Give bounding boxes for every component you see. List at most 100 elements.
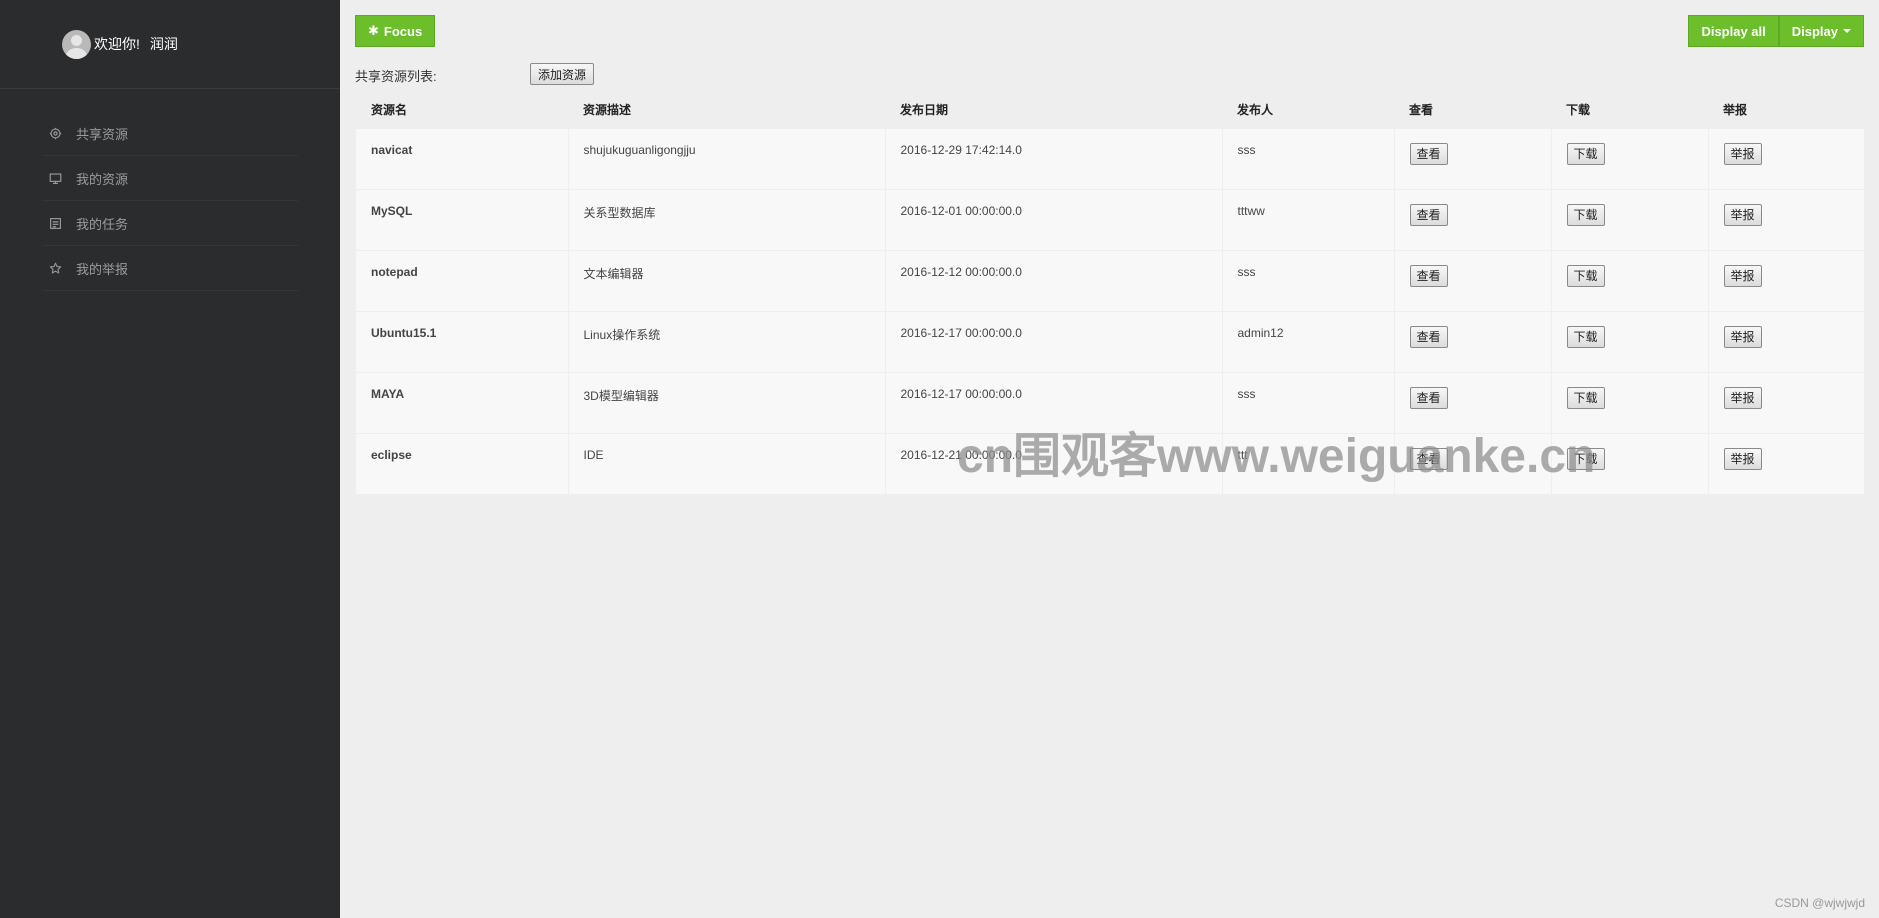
cell-date: 2016-12-12 00:00:00.0 [885,249,1223,311]
cell-name: navicat [356,127,569,189]
view-button[interactable]: 查看 [1409,203,1448,226]
sidebar-item-my-reports[interactable]: 我的举报 [42,246,298,291]
view-button[interactable]: 查看 [1409,142,1448,165]
table-row: navicat shujukuguanligongjju 2016-12-29 … [356,127,1864,189]
table-row: MySQL 关系型数据库 2016-12-01 00:00:00.0 tttww… [356,188,1864,250]
cell-report: 举报 [1708,127,1864,189]
cell-date: 2016-12-01 00:00:00.0 [885,188,1223,250]
cell-report: 举报 [1708,371,1864,433]
view-button[interactable]: 查看 [1409,264,1448,287]
display-dropdown-button[interactable]: Display [1778,15,1864,47]
download-button[interactable]: 下载 [1566,325,1605,348]
report-button[interactable]: 举报 [1723,325,1762,348]
sidebar-item-label: 我的资源 [76,171,129,187]
cell-download: 下载 [1551,432,1709,494]
avatar [62,29,91,59]
report-button[interactable]: 举报 [1723,142,1762,165]
user-block: 欢迎你! 润润 [0,0,340,89]
cell-view: 查看 [1394,432,1552,494]
cell-report: 举报 [1708,249,1864,311]
table-body: navicat shujukuguanligongjju 2016-12-29 … [356,127,1864,494]
header-report: 举报 [1723,103,1748,118]
report-button[interactable]: 举报 [1723,386,1762,409]
settings-icon [46,127,64,140]
sidebar: 欢迎你! 润润 共享资源 我的资源 我的任务 我的举报 [0,0,340,918]
cell-date: 2016-12-29 17:42:14.0 [885,127,1223,189]
cell-date: 2016-12-17 00:00:00.0 [885,371,1223,433]
sidebar-item-label: 我的任务 [76,216,129,232]
asterisk-icon: ✱ [368,23,379,38]
resource-list-label: 共享资源列表: [355,69,437,84]
download-button[interactable]: 下载 [1566,447,1605,470]
cell-date: 2016-12-21 00:00:00.0 [885,432,1223,494]
sidebar-item-my-resources[interactable]: 我的资源 [42,156,298,201]
chevron-down-icon [1843,29,1851,33]
cell-view: 查看 [1394,127,1552,189]
cell-publisher: sss [1222,127,1395,189]
cell-download: 下载 [1551,188,1709,250]
table-row: notepad 文本编辑器 2016-12-12 00:00:00.0 sss … [356,249,1864,311]
cell-publisher: tttww [1222,188,1395,250]
cell-name: Ubuntu15.1 [356,310,569,372]
welcome-label: 欢迎你! [94,36,140,52]
table-row: Ubuntu15.1 Linux操作系统 2016-12-17 00:00:00… [356,310,1864,372]
monitor-icon [46,172,64,185]
sidebar-item-label: 共享资源 [76,126,129,142]
welcome-text: 欢迎你! 润润 [94,34,178,54]
sidebar-item-label: 我的举报 [76,261,129,277]
report-button[interactable]: 举报 [1723,447,1762,470]
task-icon [46,217,64,230]
view-button[interactable]: 查看 [1409,386,1448,409]
cell-description: 文本编辑器 [568,249,886,311]
cell-publisher: admin12 [1222,310,1395,372]
add-resource-button[interactable]: 添加资源 [530,63,595,85]
cell-publisher: sss [1222,249,1395,311]
view-button[interactable]: 查看 [1409,447,1448,470]
cell-report: 举报 [1708,432,1864,494]
cell-view: 查看 [1394,188,1552,250]
download-button[interactable]: 下载 [1566,203,1605,226]
download-button[interactable]: 下载 [1566,142,1605,165]
cell-name: MAYA [356,371,569,433]
header-view: 查看 [1409,103,1434,118]
focus-button[interactable]: ✱ Focus [355,15,436,47]
table-row: MAYA 3D模型编辑器 2016-12-17 00:00:00.0 sss 查… [356,371,1864,433]
cell-view: 查看 [1394,371,1552,433]
cell-download: 下载 [1551,371,1709,433]
cell-name: eclipse [356,432,569,494]
report-button[interactable]: 举报 [1723,203,1762,226]
report-button[interactable]: 举报 [1723,264,1762,287]
cell-publisher: ttt [1222,432,1395,494]
header-download: 下载 [1566,103,1591,118]
display-label: Display [1791,23,1838,39]
cell-name: MySQL [356,188,569,250]
header-publisher: 发布人 [1237,103,1274,118]
table-header-row: 资源名 资源描述 发布日期 发布人 查看 下载 举报 [356,92,1864,128]
table-row: eclipse IDE 2016-12-21 00:00:00.0 ttt 查看… [356,432,1864,494]
sidebar-item-my-tasks[interactable]: 我的任务 [42,201,298,246]
cell-publisher: sss [1222,371,1395,433]
sidebar-item-shared-resources[interactable]: 共享资源 [42,111,298,156]
focus-label: Focus [383,23,423,39]
header-name: 资源名 [371,103,408,118]
cell-description: 关系型数据库 [568,188,886,250]
cell-date: 2016-12-17 00:00:00.0 [885,310,1223,372]
cell-view: 查看 [1394,249,1552,311]
sidebar-menu: 共享资源 我的资源 我的任务 我的举报 [0,111,340,291]
credit-text: CSDN @wjwjwjd [1774,896,1865,910]
display-button-group: Display all Display [1688,15,1864,47]
cell-download: 下载 [1551,310,1709,372]
download-button[interactable]: 下载 [1566,264,1605,287]
cell-download: 下载 [1551,127,1709,189]
view-button[interactable]: 查看 [1409,325,1448,348]
cell-report: 举报 [1708,188,1864,250]
cell-description: Linux操作系统 [568,310,886,372]
username: 润润 [149,36,178,52]
cell-description: 3D模型编辑器 [568,371,886,433]
cell-download: 下载 [1551,249,1709,311]
download-button[interactable]: 下载 [1566,386,1605,409]
display-all-button[interactable]: Display all [1688,15,1779,47]
cell-description: IDE [568,432,886,494]
resource-table: 资源名 资源描述 发布日期 发布人 查看 下载 举报 navicat shuju… [356,92,1864,494]
cell-name: notepad [356,249,569,311]
